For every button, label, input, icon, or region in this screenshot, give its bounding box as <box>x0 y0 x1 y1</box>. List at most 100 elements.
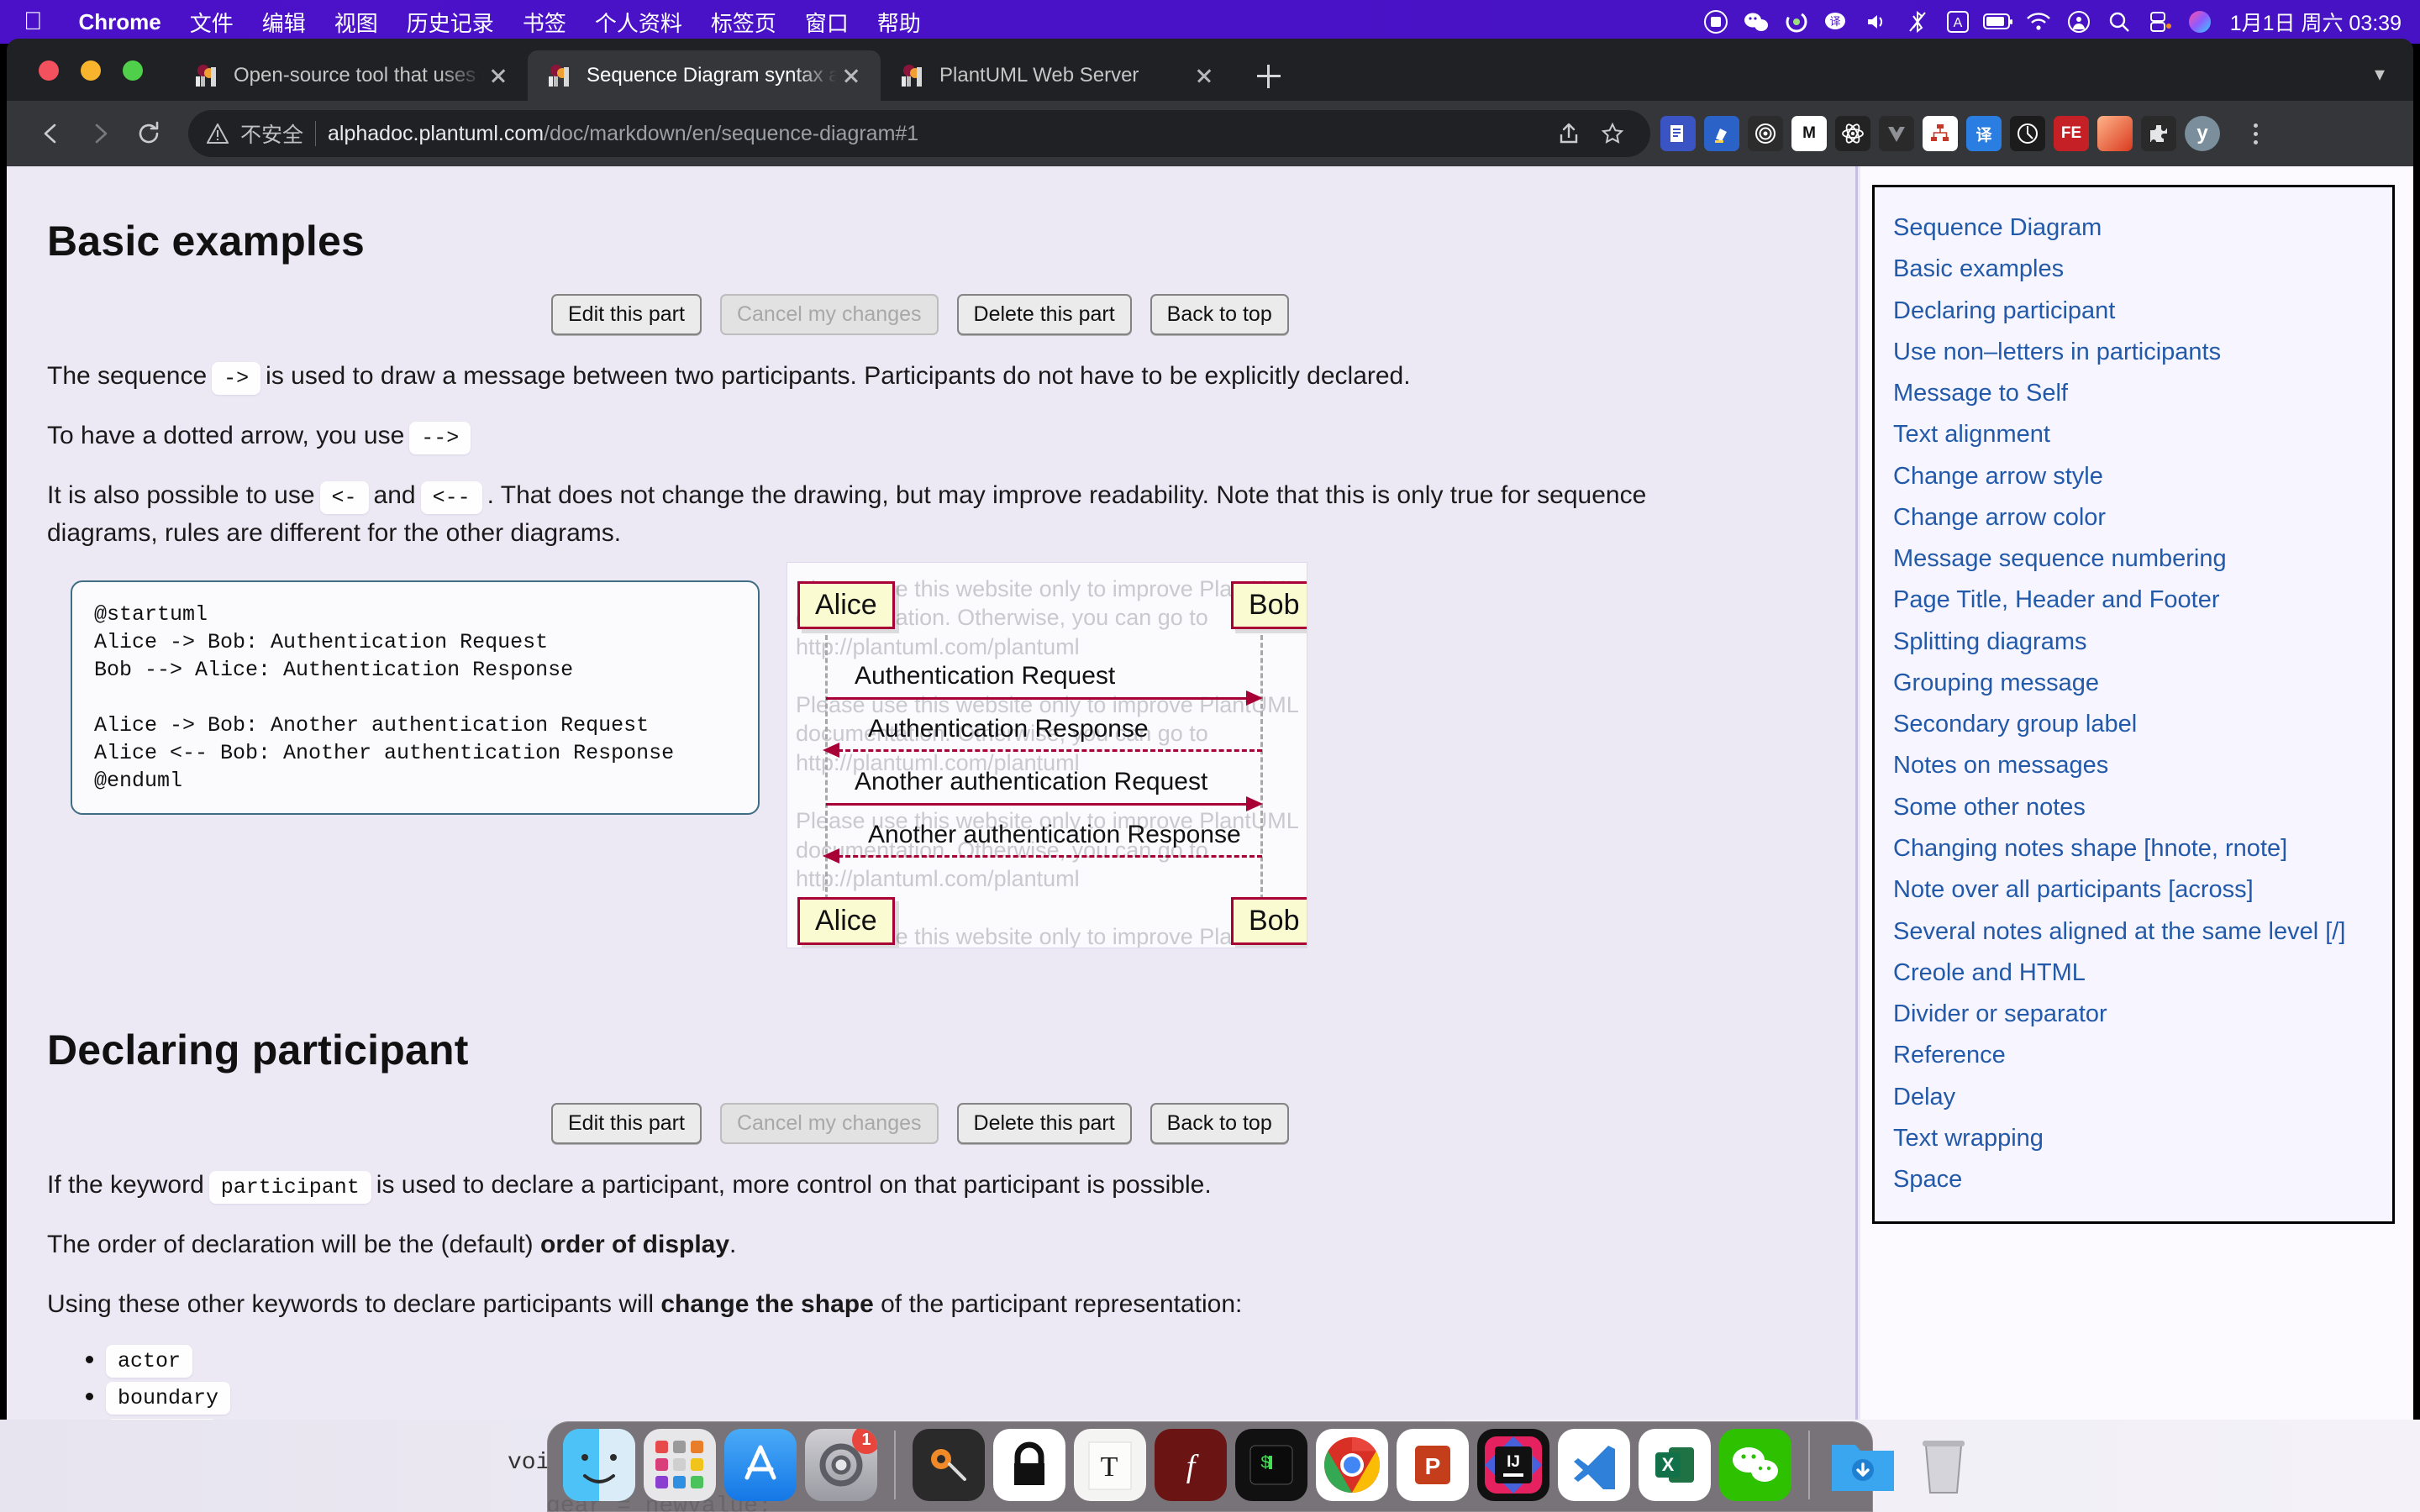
lock-app-icon[interactable] <box>993 1429 1065 1501</box>
delete-this-part-button[interactable]: Delete this part <box>956 294 1132 335</box>
menu-item-view[interactable]: 视图 <box>320 7 392 38</box>
input-method-icon[interactable]: A <box>1938 0 1978 44</box>
toc-link-change-arrow-color[interactable]: Change arrow color <box>1893 501 2374 533</box>
bookmark-star-icon[interactable] <box>1593 114 1632 153</box>
notes-extension-icon[interactable] <box>1660 116 1696 151</box>
toc-link-note-over-all-participants[interactable]: Note over all participants [across] <box>1893 874 2374 906</box>
new-tab-button[interactable] <box>1245 52 1292 99</box>
toc-link-page-title-header-and-footer[interactable]: Page Title, Header and Footer <box>1893 584 2374 616</box>
spiral-extension-icon[interactable] <box>1748 116 1783 151</box>
profile-avatar[interactable]: y <box>2185 116 2220 151</box>
close-icon[interactable] <box>1190 61 1218 90</box>
close-window-button[interactable] <box>39 60 59 81</box>
volume-icon[interactable] <box>1857 0 1897 44</box>
apple-menu-icon[interactable]:  <box>24 9 43 34</box>
forward-icon[interactable] <box>76 109 124 158</box>
delete-this-part-button[interactable]: Delete this part <box>956 1102 1132 1144</box>
toc-link-message-to-self[interactable]: Message to Self <box>1893 377 2374 409</box>
terminal-icon[interactable]: $ <box>1235 1429 1307 1501</box>
menu-item-help[interactable]: 帮助 <box>863 7 935 38</box>
menu-item-window[interactable]: 窗口 <box>791 7 863 38</box>
toc-link-basic-examples[interactable]: Basic examples <box>1893 253 2374 285</box>
chrome-icon[interactable] <box>1316 1429 1388 1501</box>
back-to-top-button[interactable]: Back to top <box>1150 294 1289 335</box>
menu-item-bookmarks[interactable]: 书签 <box>508 7 581 38</box>
toc-link-message-sequence-numbering[interactable]: Message sequence numbering <box>1893 543 2374 575</box>
intellij-idea-icon[interactable]: IJ <box>1477 1429 1549 1501</box>
tab-sequence-diagram-syntax[interactable]: Sequence Diagram syntax and <box>528 50 881 101</box>
spotlight-search-icon[interactable] <box>2099 0 2139 44</box>
tab-plantuml-web-server[interactable]: PlantUML Web Server <box>881 50 1234 101</box>
downloads-folder-icon[interactable] <box>1827 1429 1899 1501</box>
plantuml-code-block[interactable]: @startuml Alice -> Bob: Authentication R… <box>71 580 760 815</box>
toc-link-change-arrow-style[interactable]: Change arrow style <box>1893 460 2374 492</box>
launchpad-icon[interactable] <box>644 1429 716 1501</box>
translate-extension-icon[interactable]: 译 <box>1966 116 2002 151</box>
fe-extension-icon[interactable]: FE <box>2054 116 2089 151</box>
share-icon[interactable] <box>1549 114 1588 153</box>
edit-this-part-button[interactable]: Edit this part <box>551 294 702 335</box>
display-icon[interactable] <box>2139 0 2180 44</box>
close-icon[interactable] <box>484 61 513 90</box>
toc-link-changing-notes-shape[interactable]: Changing notes shape [hnote, rnote] <box>1893 832 2374 864</box>
cancel-my-changes-button[interactable]: Cancel my changes <box>719 1102 939 1144</box>
toc-link-space[interactable]: Space <box>1893 1163 2374 1195</box>
menu-bar-clock[interactable]: 1月1日 周六 03:39 <box>2220 7 2402 37</box>
toc-link-text-alignment[interactable]: Text alignment <box>1893 418 2374 450</box>
battery-icon[interactable] <box>1978 0 2018 44</box>
back-icon[interactable] <box>27 109 76 158</box>
reload-icon[interactable] <box>124 109 173 158</box>
toc-link-creole-and-html[interactable]: Creole and HTML <box>1893 957 2374 989</box>
toc-link-text-wrapping[interactable]: Text wrapping <box>1893 1122 2374 1154</box>
m-badge-extension-icon[interactable]: M <box>1791 116 1827 151</box>
bluetooth-off-icon[interactable] <box>1897 0 1938 44</box>
menu-item-edit[interactable]: 编辑 <box>248 7 320 38</box>
flash-app-icon[interactable]: f <box>1155 1429 1227 1501</box>
keychain-icon[interactable] <box>913 1429 985 1501</box>
toc-link-declaring-participant[interactable]: Declaring participant <box>1893 295 2374 327</box>
cancel-my-changes-button[interactable]: Cancel my changes <box>719 294 939 335</box>
textedit-icon[interactable]: T <box>1074 1429 1146 1501</box>
finder-icon[interactable] <box>563 1429 635 1501</box>
toc-link-some-other-notes[interactable]: Some other notes <box>1893 791 2374 823</box>
highlighter-extension-icon[interactable] <box>1704 116 1739 151</box>
toc-link-secondary-group-label[interactable]: Secondary group label <box>1893 708 2374 740</box>
toc-link-splitting-diagrams[interactable]: Splitting diagrams <box>1893 626 2374 658</box>
compass-extension-icon[interactable] <box>2010 116 2045 151</box>
orange-extension-icon[interactable] <box>2097 116 2133 151</box>
trash-icon[interactable] <box>1907 1429 1980 1501</box>
tab-open-source-tool[interactable]: Open-source tool that uses sim <box>175 50 528 101</box>
vscode-icon[interactable] <box>1558 1429 1630 1501</box>
sitemap-extension-icon[interactable] <box>1923 116 1958 151</box>
maximize-window-button[interactable] <box>123 60 143 81</box>
powerpoint-icon[interactable]: P <box>1397 1429 1469 1501</box>
wechat-icon[interactable] <box>1719 1429 1791 1501</box>
wechat-icon[interactable] <box>1736 0 1776 44</box>
excel-icon[interactable]: X <box>1639 1429 1711 1501</box>
toc-link-divider-or-separator[interactable]: Divider or separator <box>1893 998 2374 1030</box>
sequence-diagram-image[interactable]: Please use this website only to improve … <box>786 561 1307 948</box>
vue-devtools-icon[interactable] <box>1879 116 1914 151</box>
edit-this-part-button[interactable]: Edit this part <box>551 1102 702 1144</box>
menu-item-profiles[interactable]: 个人资料 <box>581 7 697 38</box>
spinner-icon[interactable] <box>1776 0 1817 44</box>
close-icon[interactable] <box>837 61 865 90</box>
toc-link-reference[interactable]: Reference <box>1893 1039 2374 1071</box>
puzzle-extensions-icon[interactable] <box>2141 116 2176 151</box>
menu-item-history[interactable]: 历史记录 <box>392 7 508 38</box>
siri-icon[interactable] <box>2180 0 2220 44</box>
wifi-icon[interactable] <box>2018 0 2059 44</box>
record-icon[interactable] <box>1696 0 1736 44</box>
back-to-top-button[interactable]: Back to top <box>1150 1102 1289 1144</box>
kebab-menu-icon[interactable] <box>2238 123 2272 144</box>
menu-item-file[interactable]: 文件 <box>176 7 248 38</box>
toc-link-several-notes-aligned[interactable]: Several notes aligned at the same level … <box>1893 916 2374 948</box>
menu-item-chrome[interactable]: Chrome <box>65 9 176 35</box>
system-settings-icon[interactable]: 1 <box>805 1429 877 1501</box>
minimize-window-button[interactable] <box>81 60 101 81</box>
tab-search-chevron-icon[interactable]: ▾ <box>2375 62 2385 87</box>
react-devtools-icon[interactable] <box>1835 116 1870 151</box>
app-store-icon[interactable] <box>724 1429 797 1501</box>
translate-icon[interactable]: 译 <box>1817 0 1857 44</box>
toc-link-grouping-message[interactable]: Grouping message <box>1893 667 2374 699</box>
